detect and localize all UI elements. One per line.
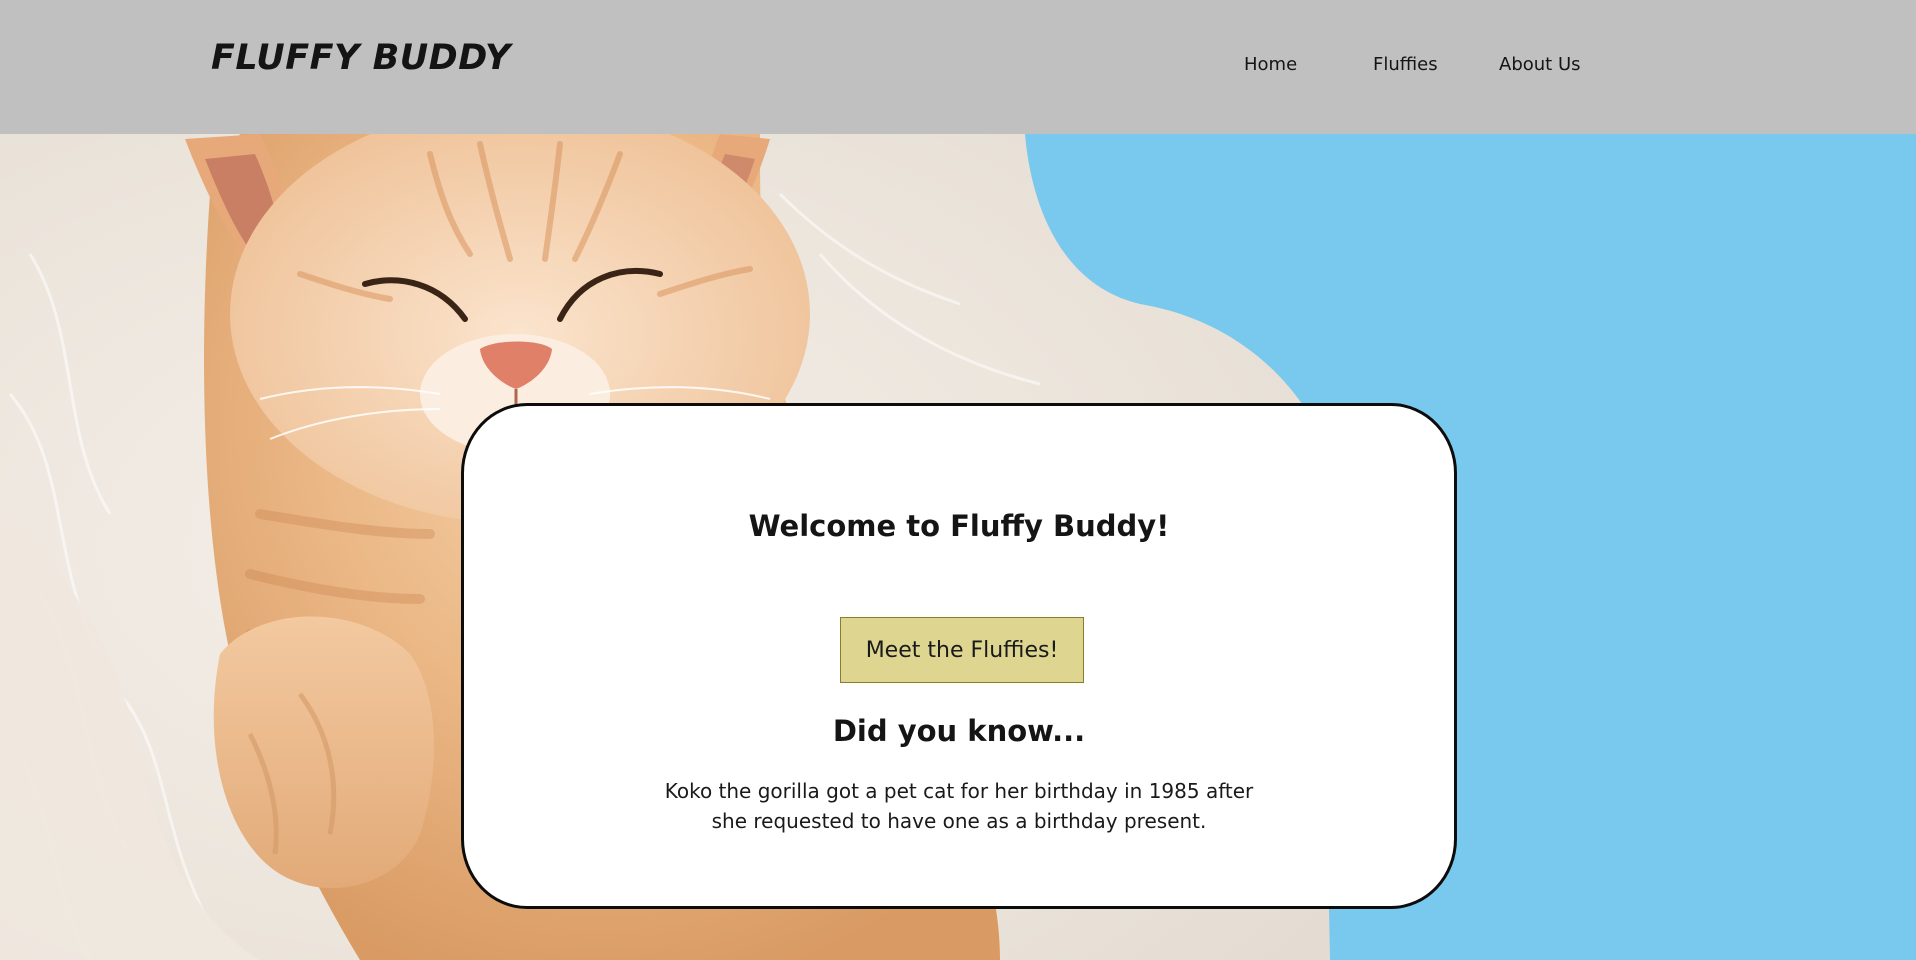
welcome-card: Welcome to Fluffy Buddy! Meet the Fluffi…	[461, 403, 1457, 909]
nav-link-home[interactable]: Home	[1244, 54, 1297, 75]
welcome-heading: Welcome to Fluffy Buddy!	[748, 509, 1170, 543]
fun-fact-text: Koko the gorilla got a pet cat for her b…	[664, 779, 1254, 833]
meet-the-fluffies-button[interactable]: Meet the Fluffies!	[840, 617, 1084, 683]
page: FLUFFY BUDDY Home Fluffies About Us Welc…	[0, 0, 1916, 960]
site-header: FLUFFY BUDDY Home Fluffies About Us	[0, 0, 1916, 134]
nav-link-about-us[interactable]: About Us	[1499, 54, 1581, 75]
site-logo[interactable]: FLUFFY BUDDY	[211, 38, 511, 78]
nav-link-fluffies[interactable]: Fluffies	[1373, 54, 1438, 75]
did-you-know-heading: Did you know...	[832, 714, 1086, 748]
